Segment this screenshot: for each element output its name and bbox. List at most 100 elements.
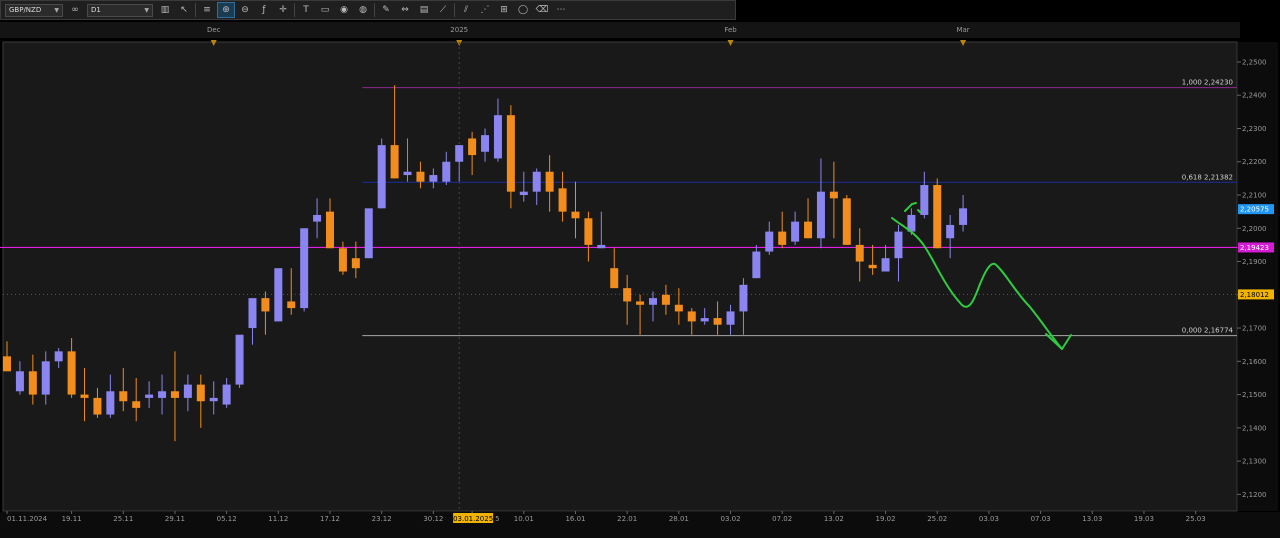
y-tick-label: 2,2400	[1242, 92, 1267, 100]
candle-body	[868, 264, 877, 269]
candle-body	[545, 171, 554, 192]
candle-body	[946, 224, 955, 239]
candle-body	[67, 351, 76, 395]
fan-icon[interactable]: ⋰	[477, 3, 493, 17]
x-tick-label: 13.03	[1082, 515, 1102, 523]
candle-body	[610, 268, 619, 289]
candle	[300, 228, 309, 312]
candle-body	[235, 334, 244, 385]
candle-body	[158, 391, 167, 398]
symbol-select[interactable]: GBP/NZD ▼	[5, 3, 63, 17]
palette-icon[interactable]: ◉	[336, 3, 352, 17]
candle	[274, 268, 283, 322]
candle-body	[959, 208, 968, 225]
x-tick-label: 28.01	[669, 515, 689, 523]
x-tick-label: 23.12	[372, 515, 392, 523]
candle-body	[41, 361, 50, 395]
candle-body	[132, 401, 141, 408]
y-tick-label: 2,1600	[1242, 358, 1267, 366]
chart-type-icon[interactable]: ▥	[157, 3, 173, 17]
candle-body	[390, 145, 399, 179]
candle-body	[248, 298, 257, 329]
top-axis-label: 2025	[450, 26, 468, 34]
price-chart[interactable]: Dec 2025 Feb Mar 2,1200 2,1300 2,1400 2,1500 2,1…	[0, 22, 1280, 538]
candle-body	[687, 311, 696, 322]
x-tick-label: 19.11	[62, 515, 82, 523]
scroll-icon[interactable]: ⇔	[397, 3, 413, 17]
candle-body	[416, 171, 425, 182]
fibonacci-icon[interactable]: ≡	[199, 3, 215, 17]
candle-body	[196, 384, 205, 402]
y-tick-label: 2,1700	[1242, 325, 1267, 333]
candle-body	[920, 185, 929, 215]
infinity-icon[interactable]: ∞	[67, 3, 83, 17]
line-price-label: 2,19423	[1240, 244, 1269, 252]
crosshair-icon[interactable]: ✛	[275, 3, 291, 17]
candle-body	[816, 191, 825, 239]
candle-body	[326, 211, 334, 249]
x-tick-label: 10.01	[514, 515, 534, 523]
timeframe-select[interactable]: D1 ▼	[87, 3, 153, 17]
candle-body	[649, 298, 657, 305]
x-tick-label: 19.03	[1134, 515, 1154, 523]
candle-body	[842, 198, 851, 245]
candle-body	[300, 228, 309, 309]
text-icon[interactable]: T	[298, 3, 314, 17]
candle-body	[261, 298, 270, 312]
trend-icon[interactable]: ⟋	[435, 3, 451, 17]
candle-body	[519, 191, 528, 196]
ellipse-icon[interactable]: ◯	[515, 3, 531, 17]
channel-icon[interactable]: ⫽	[458, 3, 474, 17]
more-icon[interactable]: ⋯	[553, 3, 569, 17]
candle-body	[674, 304, 683, 312]
x-tick-label: 07.02	[772, 515, 792, 523]
candle-body	[894, 231, 903, 259]
zoom-in-icon[interactable]: ⊕	[217, 2, 235, 18]
top-axis-label: Dec	[207, 26, 221, 34]
template-icon[interactable]: ▤	[416, 3, 432, 17]
x-tick-label: 03.02	[720, 515, 740, 523]
candle-body	[855, 244, 864, 262]
note-icon[interactable]: ▭	[317, 3, 333, 17]
candle-body	[364, 208, 373, 259]
candle-body	[209, 397, 218, 402]
fib-label-1000: 1,000 2,24230	[1182, 79, 1233, 87]
gann-icon[interactable]: ⊞	[496, 3, 512, 17]
candle-body	[584, 218, 593, 245]
top-axis-bar	[0, 22, 1240, 38]
candle-body	[274, 268, 283, 322]
chevron-down-icon: ▼	[144, 6, 149, 14]
pencil-icon[interactable]: ✎	[378, 3, 394, 17]
candle-body	[752, 251, 761, 279]
candle-body	[145, 394, 154, 398]
candle-body	[933, 185, 942, 249]
candle-body	[351, 258, 360, 269]
candle-body	[222, 384, 231, 405]
x-tick-label: 25.03	[1186, 515, 1206, 523]
zoom-out-icon[interactable]: ⊖	[237, 3, 253, 17]
cursor-icon[interactable]: ↖	[176, 3, 192, 17]
y-tick-label: 2,2200	[1242, 158, 1267, 166]
candle-body	[403, 171, 412, 176]
candle-body	[28, 371, 37, 395]
candle-body	[623, 288, 632, 302]
candle-body	[338, 248, 347, 272]
x-tick-label: 5	[495, 515, 499, 523]
candle	[235, 334, 244, 388]
candle	[842, 195, 851, 245]
chevron-down-icon: ▼	[54, 6, 59, 14]
candle-body	[183, 384, 192, 398]
toolbar-separator	[294, 3, 295, 17]
globe-icon[interactable]: ◍	[355, 3, 371, 17]
indicators-icon[interactable]: ƒ	[256, 3, 272, 17]
candle-body	[506, 115, 515, 192]
candle-body	[15, 371, 24, 392]
eraser-icon[interactable]: ⌫	[534, 3, 550, 17]
toolbar-separator	[454, 3, 455, 17]
symbol-value: GBP/NZD	[9, 5, 42, 14]
candle-body	[778, 231, 787, 245]
x-tick-label: 25.02	[927, 515, 947, 523]
y-tick-label: 2,1300	[1242, 458, 1267, 466]
candle-body	[80, 394, 89, 398]
candle-body	[313, 214, 322, 222]
